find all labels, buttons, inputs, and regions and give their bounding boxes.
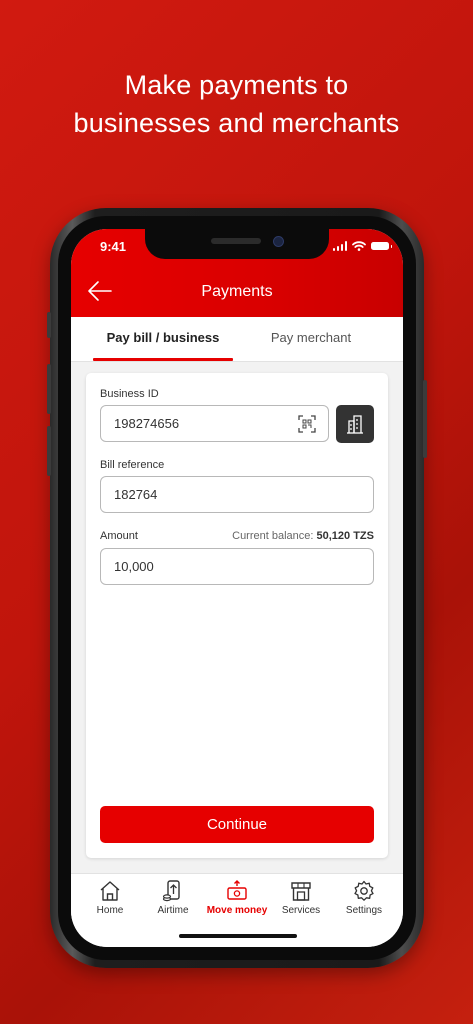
business-id-value: 198274656 [114,416,180,431]
wifi-icon [352,241,366,251]
business-id-label: Business ID [100,388,159,400]
business-lookup-button[interactable] [336,405,374,443]
nav-label-move-money: Move money [206,905,268,916]
airtime-icon [162,880,180,902]
bill-reference-field[interactable]: 182764 [100,476,374,513]
nav-item-move-money[interactable]: Move money [204,880,270,916]
move-money-icon [227,880,247,900]
payment-tabs: Pay bill / business Pay merchant [71,317,403,362]
nav-label-airtime: Airtime [157,905,189,916]
continue-button[interactable]: Continue [100,806,374,843]
nav-label-services: Services [281,905,321,916]
business-id-field[interactable]: 198274656 [100,405,329,442]
volume-down-button [47,426,51,476]
balance-label: Current balance: [232,530,314,542]
tab-label: Pay bill / business [106,330,220,345]
status-icons [332,241,392,251]
page-title: Payments [201,283,273,300]
amount-label: Amount [100,530,138,542]
battery-icon [371,242,392,250]
promo-headline: Make payments to businesses and merchant… [0,66,473,142]
mute-switch [47,312,51,338]
bill-reference-value: 182764 [114,487,158,502]
signal-icon [332,241,347,251]
status-time: 9:41 [100,239,127,254]
bill-reference-label: Bill reference [100,459,165,471]
bottom-navigation: Home Airtime Move money Services Setting… [71,873,403,947]
app-screen: 9:41 Payments Pay bill / business Pay me… [71,229,403,947]
speaker-grille [211,238,261,244]
buildings-icon [347,415,363,434]
nav-item-settings[interactable]: Settings [331,880,397,916]
amount-value: 10,000 [114,559,154,574]
power-button [423,380,427,458]
nav-label-home: Home [96,905,124,916]
settings-icon [354,880,374,901]
amount-field[interactable]: 10,000 [100,548,374,585]
promo-headline-line-1: Make payments to [124,70,349,100]
current-balance: Current balance: 50,120 TZS [232,530,374,542]
nav-item-home[interactable]: Home [77,880,143,916]
promo-headline-line-2: businesses and merchants [73,108,400,138]
qr-scan-icon[interactable] [298,415,316,433]
tab-pay-merchant[interactable]: Pay merchant [243,317,379,361]
home-icon [100,881,120,901]
payment-form-card: Business ID 198274656 Bill reference 182… [86,373,388,858]
volume-up-button [47,364,51,414]
phone-notch [145,229,329,259]
nav-item-airtime[interactable]: Airtime [140,880,206,916]
tab-label: Pay merchant [270,330,352,345]
nav-label-settings: Settings [345,905,383,916]
nav-item-services[interactable]: Services [268,880,334,916]
services-icon [291,882,311,901]
balance-value: 50,120 TZS [316,530,374,542]
home-indicator[interactable] [179,934,297,938]
phone-frame: 9:41 Payments Pay bill / business Pay me… [47,208,427,968]
front-camera [273,236,284,247]
tab-pay-bill-business[interactable]: Pay bill / business [93,317,233,361]
